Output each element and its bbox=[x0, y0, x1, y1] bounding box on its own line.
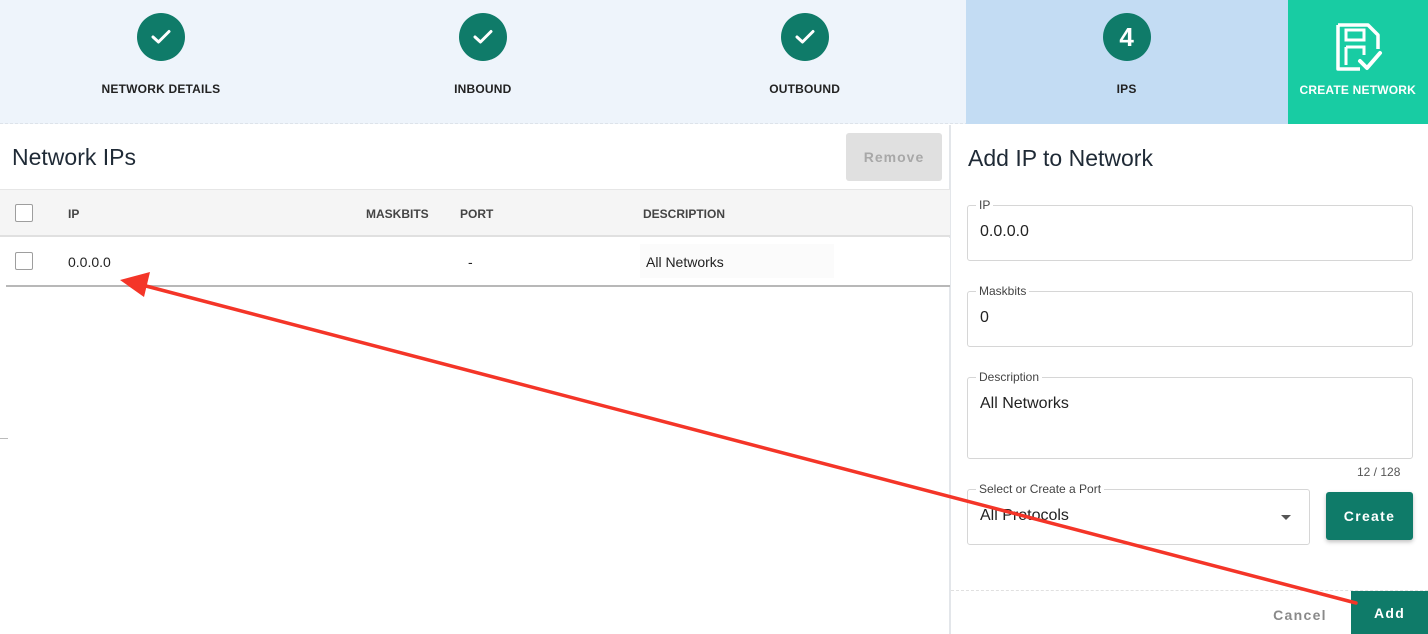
chevron-down-icon[interactable] bbox=[1281, 515, 1291, 520]
description-field-value[interactable]: All Networks bbox=[980, 395, 1069, 413]
ip-field[interactable]: IP 0.0.0.0 bbox=[967, 198, 1413, 261]
row-checkbox[interactable] bbox=[15, 252, 33, 270]
step-inbound[interactable]: INBOUND bbox=[322, 0, 644, 124]
column-header-port[interactable]: PORT bbox=[460, 207, 493, 221]
step-number: 4 bbox=[1102, 13, 1151, 61]
select-all-checkbox[interactable] bbox=[15, 204, 33, 222]
add-ip-panel: Add IP to Network IP 0.0.0.0 Maskbits 0 … bbox=[951, 125, 1428, 634]
column-header-maskbits[interactable]: MASKBITS bbox=[366, 207, 429, 221]
port-select-value[interactable]: All Protocols bbox=[980, 507, 1069, 525]
character-counter: 12 / 128 bbox=[1357, 465, 1401, 479]
maskbits-field[interactable]: Maskbits 0 bbox=[967, 284, 1413, 347]
port-select[interactable]: Select or Create a Port All Protocols bbox=[967, 482, 1310, 545]
step-outbound[interactable]: OUTBOUND bbox=[644, 0, 966, 124]
create-network-label: CREATE NETWORK bbox=[1299, 83, 1417, 97]
check-icon bbox=[458, 13, 507, 61]
step-label: OUTBOUND bbox=[769, 82, 841, 96]
description-field[interactable]: Description All Networks bbox=[967, 370, 1413, 459]
ip-field-label: IP bbox=[976, 198, 994, 212]
description-field-label: Description bbox=[976, 370, 1043, 384]
table-header: IP MASKBITS PORT DESCRIPTION bbox=[0, 189, 950, 237]
cancel-button[interactable]: Cancel bbox=[1265, 605, 1335, 625]
step-label: INBOUND bbox=[454, 82, 512, 96]
check-icon bbox=[780, 13, 829, 61]
create-port-button[interactable]: Create bbox=[1326, 492, 1413, 540]
cell-ip: 0.0.0.0 bbox=[68, 254, 111, 270]
resize-tick bbox=[0, 438, 8, 439]
add-button[interactable]: Add bbox=[1351, 591, 1428, 634]
step-label: NETWORK DETAILS bbox=[101, 82, 221, 96]
step-ips[interactable]: 4 IPS bbox=[965, 0, 1288, 124]
table-row[interactable]: 0.0.0.0 - All Networks bbox=[0, 238, 950, 286]
stepper: NETWORK DETAILS INBOUND OUTBOUND 4 IPS C… bbox=[0, 0, 1428, 124]
column-header-description[interactable]: DESCRIPTION bbox=[643, 207, 725, 221]
step-network-details[interactable]: NETWORK DETAILS bbox=[0, 0, 322, 124]
network-ips-panel: Network IPs Remove IP MASKBITS PORT DESC… bbox=[0, 125, 950, 634]
save-network-icon bbox=[1332, 21, 1384, 73]
maskbits-field-label: Maskbits bbox=[976, 284, 1030, 298]
create-network-button[interactable]: CREATE NETWORK bbox=[1287, 0, 1428, 124]
step-label: IPS bbox=[1116, 82, 1137, 96]
maskbits-field-value[interactable]: 0 bbox=[980, 309, 989, 327]
column-header-ip[interactable]: IP bbox=[68, 207, 79, 221]
check-icon bbox=[136, 13, 185, 61]
panel-title: Add IP to Network bbox=[968, 145, 1153, 171]
port-select-label: Select or Create a Port bbox=[976, 482, 1105, 496]
row-divider bbox=[6, 285, 950, 287]
cell-port: - bbox=[468, 254, 473, 270]
ip-field-value[interactable]: 0.0.0.0 bbox=[980, 223, 1029, 241]
cell-description: All Networks bbox=[646, 254, 724, 270]
remove-button[interactable]: Remove bbox=[846, 133, 942, 181]
panel-title: Network IPs bbox=[12, 144, 136, 170]
